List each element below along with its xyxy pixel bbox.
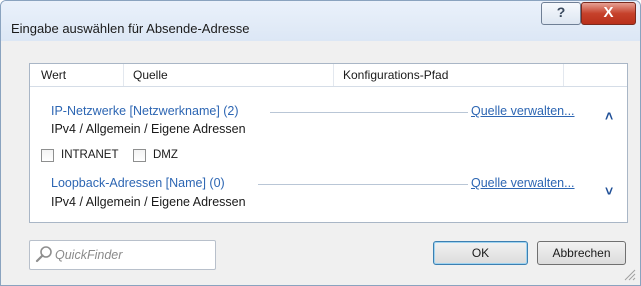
group-title: Loopback-Adressen [Name] (0) (51, 176, 228, 190)
column-header-quelle[interactable]: Quelle (133, 68, 168, 82)
close-button[interactable]: X (581, 2, 636, 25)
chevron-down-icon[interactable]: ˅ (605, 183, 613, 199)
title-bar[interactable]: Eingabe auswählen für Absende-Adresse ? … (1, 1, 640, 41)
column-header-konfigurations-pfad[interactable]: Konfigurations-Pfad (343, 68, 448, 82)
group-divider-line (270, 112, 500, 113)
group-divider-line (258, 184, 500, 185)
close-icon: X (603, 4, 614, 21)
source-list-panel: Wert Quelle Konfigurations-Pfad IP-Netzw… (29, 63, 628, 223)
column-divider[interactable] (563, 64, 564, 86)
checkbox-intranet[interactable] (41, 149, 54, 162)
ok-button[interactable]: OK (433, 241, 528, 265)
resize-grip-icon[interactable] (621, 266, 637, 282)
group-title: IP-Netzwerke [Netzwerkname] (2) (51, 104, 242, 118)
checkbox-label-dmz[interactable]: DMZ (153, 149, 178, 161)
quickfinder-input[interactable] (55, 246, 205, 264)
help-icon: ? (556, 4, 566, 20)
column-divider[interactable] (333, 64, 334, 86)
table-header: Wert Quelle Konfigurations-Pfad (30, 64, 627, 87)
manage-source-link[interactable]: Quelle verwalten... (468, 176, 575, 190)
dialog-window: Eingabe auswählen für Absende-Adresse ? … (0, 0, 641, 286)
group-path: IPv4 / Allgemein / Eigene Adressen (51, 195, 246, 209)
column-divider[interactable] (123, 64, 124, 86)
cancel-button[interactable]: Abbrechen (537, 241, 626, 265)
checkbox-label-intranet[interactable]: INTRANET (61, 149, 119, 161)
dialog-title: Eingabe auswählen für Absende-Adresse (11, 21, 250, 36)
chevron-up-icon[interactable]: ˄ (605, 108, 613, 124)
group-path: IPv4 / Allgemein / Eigene Adressen (51, 122, 246, 136)
checkbox-dmz[interactable] (133, 149, 146, 162)
help-button[interactable]: ? (541, 2, 581, 25)
column-header-wert[interactable]: Wert (41, 68, 66, 82)
manage-source-link[interactable]: Quelle verwalten... (468, 104, 575, 118)
magnifier-icon (35, 246, 52, 263)
quickfinder-search[interactable] (29, 240, 216, 270)
